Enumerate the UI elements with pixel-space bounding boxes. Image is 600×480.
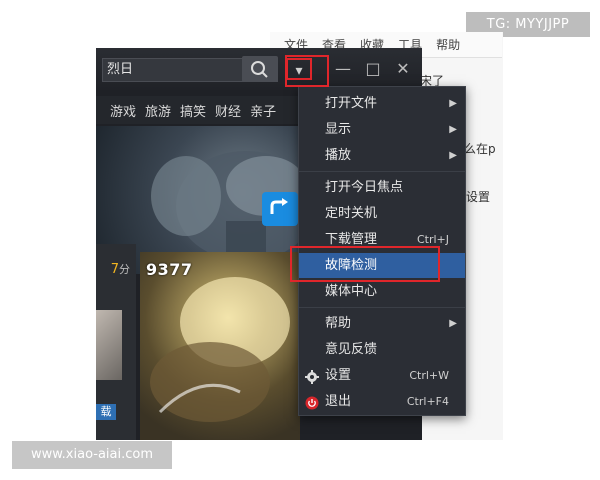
- menu-item-today-focus[interactable]: 打开今日焦点: [299, 175, 465, 200]
- menu-item-label: 意见反馈: [325, 342, 378, 357]
- gear-icon: [305, 368, 319, 384]
- menu-item-label: 打开文件: [325, 96, 378, 111]
- menu-item-label: 媒体中心: [325, 284, 378, 299]
- menu-item-open-file[interactable]: 打开文件 ▶: [299, 91, 465, 116]
- close-button[interactable]: ✕: [392, 58, 414, 80]
- bg-settings-link[interactable]: 设置: [466, 188, 490, 205]
- category-funny[interactable]: 搞笑: [180, 101, 206, 120]
- menu-item-exit[interactable]: 退出 Ctrl+F4: [299, 389, 465, 414]
- left-download-button[interactable]: 载: [96, 404, 116, 420]
- menu-item-settings[interactable]: 设置 Ctrl+W: [299, 363, 465, 388]
- category-kids[interactable]: 亲子: [250, 101, 276, 120]
- score-value: 7: [110, 262, 119, 277]
- menu-item-label: 显示: [325, 122, 352, 137]
- menu-item-display[interactable]: 显示 ▶: [299, 117, 465, 142]
- menu-separator: [299, 307, 465, 308]
- menu-item-scheduled-shutdown[interactable]: 定时关机: [299, 201, 465, 226]
- watermark-bottom: www.xiao-aiai.com: [12, 441, 172, 469]
- submenu-arrow-icon: ▶: [449, 98, 457, 109]
- left-thumbnail[interactable]: [96, 310, 122, 380]
- score-unit: 分: [119, 263, 130, 276]
- submenu-arrow-icon: ▶: [449, 318, 457, 329]
- rating-score: 7分: [96, 260, 130, 280]
- search-button[interactable]: [242, 56, 278, 82]
- menu-item-label: 播放: [325, 148, 352, 163]
- game-artwork: [150, 277, 290, 422]
- menu-item-label: 下载管理: [325, 232, 378, 247]
- highlight-box-menu-button: [285, 55, 329, 87]
- menu-item-label: 设置: [325, 368, 352, 383]
- menu-item-label: 定时关机: [325, 206, 378, 221]
- menu-item-feedback[interactable]: 意见反馈: [299, 337, 465, 362]
- menu-item-label: 打开今日焦点: [325, 180, 404, 195]
- game-logo: 9377: [146, 260, 193, 279]
- menu-item-media-center[interactable]: 媒体中心: [299, 279, 465, 304]
- power-icon: [305, 394, 319, 410]
- game-thumbnail[interactable]: [140, 252, 300, 440]
- share-icon: [270, 198, 288, 214]
- search-icon: [251, 61, 268, 78]
- menu-item-label: 退出: [325, 394, 352, 409]
- menu-item-playback[interactable]: 播放 ▶: [299, 143, 465, 168]
- bg-menu-help[interactable]: 帮助: [436, 36, 460, 53]
- submenu-arrow-icon: ▶: [449, 150, 457, 161]
- share-button[interactable]: [262, 192, 298, 226]
- category-travel[interactable]: 旅游: [145, 101, 171, 120]
- menu-shortcut: Ctrl+W: [409, 369, 449, 382]
- category-games[interactable]: 游戏: [110, 101, 136, 120]
- menu-shortcut: Ctrl+F4: [406, 395, 449, 408]
- category-finance[interactable]: 财经: [215, 101, 241, 120]
- submenu-arrow-icon: ▶: [449, 124, 457, 135]
- menu-separator: [299, 171, 465, 172]
- menu-item-label: 帮助: [325, 316, 352, 331]
- highlight-box: [290, 246, 440, 282]
- maximize-button[interactable]: □: [362, 58, 384, 80]
- minimize-button[interactable]: —: [332, 58, 354, 80]
- menu-item-help[interactable]: 帮助 ▶: [299, 311, 465, 336]
